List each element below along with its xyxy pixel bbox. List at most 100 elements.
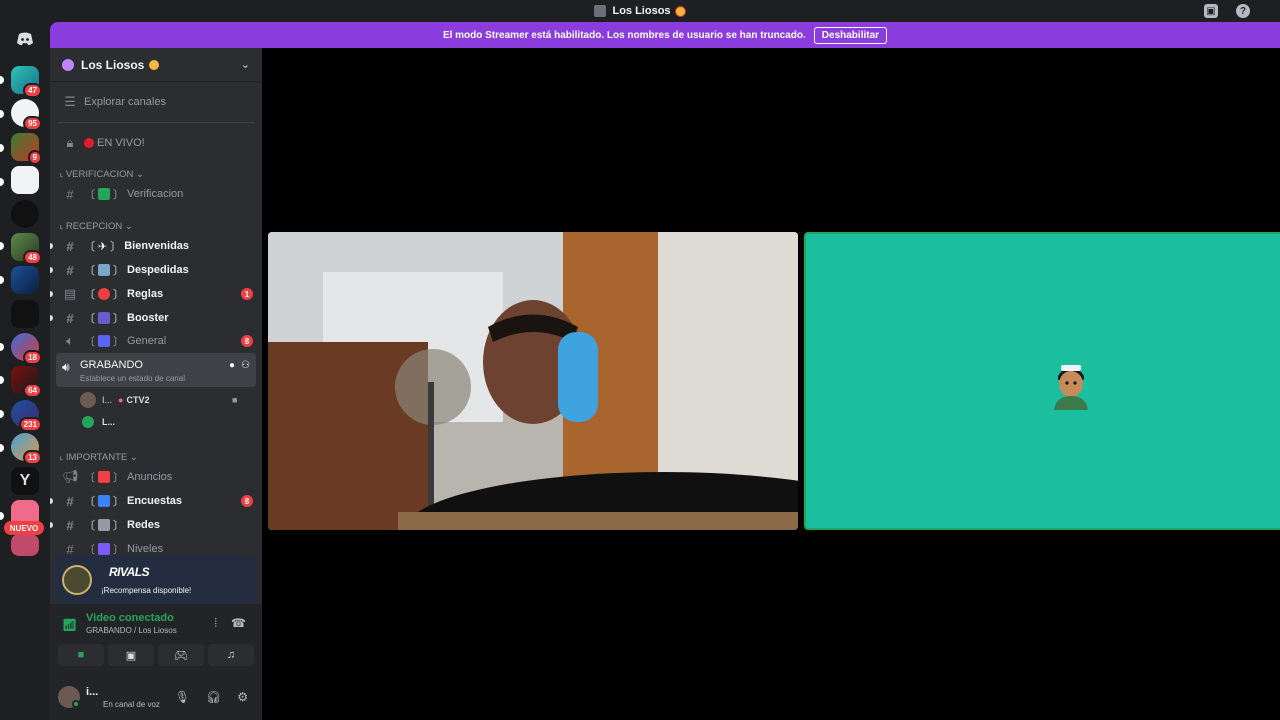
headphones-icon[interactable]: 🎧︎ xyxy=(206,690,221,704)
channel-name: Encuestas xyxy=(127,495,183,507)
channel-despedidas[interactable]: # 〔〕 Despedidas xyxy=(50,259,255,281)
guild-icon[interactable]: 48 xyxy=(11,233,42,265)
avatar xyxy=(80,392,96,408)
voice-user-name: I... xyxy=(102,395,113,405)
guild-icon[interactable]: 9 xyxy=(11,133,42,165)
guild-rail: 47 95 9 48 18 64 231 13 Y xyxy=(0,22,50,720)
voice-user[interactable]: I... ● CTV2 ■ xyxy=(80,392,237,408)
add-user-icon[interactable]: ⚇ xyxy=(241,360,250,371)
hash-icon: # xyxy=(66,493,74,509)
level-icon xyxy=(98,543,110,555)
rewards-promo[interactable]: RIVALS ¡Recompensa disponible! xyxy=(54,556,256,604)
unread-pip xyxy=(0,178,4,186)
unread-pip xyxy=(0,376,4,384)
avatar xyxy=(80,414,96,430)
guild-icon[interactable]: 13 xyxy=(11,433,42,465)
help-icon[interactable]: ? xyxy=(1236,4,1250,18)
camera-feed xyxy=(268,232,798,530)
inbox-icon[interactable]: ▣ xyxy=(1204,4,1218,18)
voice-user-name: L... xyxy=(102,417,115,427)
channel-verificacion[interactable]: # 〔〕 Verificacion xyxy=(58,183,255,205)
channel-name: Booster xyxy=(127,312,169,324)
guild-icon[interactable]: Y xyxy=(11,467,39,495)
server-header[interactable]: Los Liosos ⌄ xyxy=(50,48,262,82)
title-bar: Los Liosos ▣ ? xyxy=(0,0,1280,22)
unread-pip xyxy=(50,498,53,504)
mention-badge: 47 xyxy=(23,83,42,98)
channel-en-vivo[interactable]: 🔒︎ EN VIVO! xyxy=(58,132,255,154)
camera-video-tile[interactable] xyxy=(268,232,798,530)
guild-icon[interactable] xyxy=(11,300,39,328)
microphone-icon[interactable]: 🎙︎ xyxy=(175,690,190,704)
speaker-icon: 🔊︎ xyxy=(62,360,70,374)
guild-icon[interactable] xyxy=(11,266,39,294)
guild-icon[interactable] xyxy=(11,534,39,556)
voice-status[interactable]: Video conectado xyxy=(86,612,174,624)
guild-icon[interactable] xyxy=(11,200,39,228)
explore-channels[interactable]: ☰ Explorar canales xyxy=(58,91,255,113)
unread-pip xyxy=(0,512,4,520)
disable-streamer-button[interactable]: Deshabilitar xyxy=(813,26,888,44)
screen-share-button[interactable]: ▣ xyxy=(108,644,154,666)
streamer-mode-banner: El modo Streamer está habilitado. Los no… xyxy=(50,22,1280,48)
user-status: En canal de voz xyxy=(103,700,160,709)
online-status-icon xyxy=(72,700,80,708)
banner-message: El modo Streamer está habilitado. Los no… xyxy=(442,29,806,41)
channel-name: GRABANDO xyxy=(80,359,143,371)
chevron-down-icon[interactable]: ⌄ xyxy=(241,58,250,71)
voice-user[interactable]: L... xyxy=(80,414,115,430)
channel-grabando[interactable]: 🔊︎ GRABANDO Establece un estado de canal… xyxy=(56,353,256,387)
channel-name: Bienvenidas xyxy=(124,240,190,252)
guild-icon[interactable]: 64 xyxy=(11,366,42,398)
emoji-icon: ● xyxy=(118,395,124,405)
signal-icon[interactable]: 📶︎ xyxy=(62,618,77,632)
activity-button[interactable]: 🎮︎ xyxy=(158,644,204,666)
discord-home-icon[interactable] xyxy=(10,28,40,50)
booster-icon xyxy=(98,312,110,324)
gear-icon[interactable]: ⚙ xyxy=(237,690,248,704)
promo-logo: RIVALS xyxy=(109,565,150,579)
guild-icon[interactable]: 231 xyxy=(11,400,42,432)
channel-booster[interactable]: # 〔〕 Booster xyxy=(50,307,255,329)
channel-anuncios[interactable]: 📢︎ 〔〕 Anuncios xyxy=(58,466,255,488)
channel-general[interactable]: 🔈︎ 〔〕 General 8 xyxy=(58,330,255,352)
wave-icon xyxy=(98,264,110,276)
hash-icon: # xyxy=(66,517,74,533)
channel-bienvenidas[interactable]: # 〔 ✈ 〕 Bienvenidas xyxy=(50,235,255,257)
video-stage xyxy=(262,48,1280,720)
guild-icon[interactable] xyxy=(11,166,39,194)
category-recepcion[interactable]: ˪ RECEPCION ⌄ xyxy=(60,221,133,232)
chat-icon[interactable]: ● xyxy=(229,360,235,371)
hash-icon: # xyxy=(66,238,74,254)
mention-badge: 18 xyxy=(23,350,42,365)
category-importante[interactable]: ˪ IMPORTANTE ⌄ xyxy=(60,452,138,463)
unread-pip xyxy=(50,267,53,273)
disconnect-icon[interactable]: ☎ xyxy=(231,616,246,631)
mention-badge: 64 xyxy=(23,383,42,398)
channel-reglas[interactable]: ▤ 〔〕 Reglas 1 xyxy=(50,283,255,305)
emoji-icon xyxy=(149,59,160,70)
voice-location[interactable]: GRABANDO / Los Liosos xyxy=(86,626,177,635)
channel-name: Niveles xyxy=(127,543,164,555)
mention-badge: 1 xyxy=(241,288,253,300)
noise-suppression-icon[interactable]: ⦙ xyxy=(214,616,217,631)
general-icon xyxy=(98,335,110,347)
guild-icon[interactable]: 47 xyxy=(11,66,42,98)
mention-badge: 8 xyxy=(241,495,253,507)
camera-button[interactable]: ■ xyxy=(58,644,104,666)
channel-status[interactable]: Establece un estado de canal xyxy=(80,374,185,383)
channel-encuestas[interactable]: # 〔〕 Encuestas 8 xyxy=(50,490,255,512)
soundboard-button[interactable]: ♫ xyxy=(208,644,254,666)
unread-pip xyxy=(50,291,53,297)
channel-name: General xyxy=(127,335,167,347)
username[interactable]: i... xyxy=(86,686,98,698)
guild-icon[interactable]: 18 xyxy=(11,333,42,365)
prohibited-icon xyxy=(98,288,110,300)
channel-redes[interactable]: # 〔〕 Redes xyxy=(50,514,255,536)
guild-icon[interactable]: 95 xyxy=(11,99,42,131)
check-icon xyxy=(98,188,110,200)
channel-name: Anuncios xyxy=(127,471,173,483)
megaphone-icon: 📢︎ xyxy=(62,469,79,484)
category-verificacion[interactable]: ˪ VERIFICACION ⌄ xyxy=(60,169,144,180)
avatar-video-tile[interactable] xyxy=(804,232,1280,530)
